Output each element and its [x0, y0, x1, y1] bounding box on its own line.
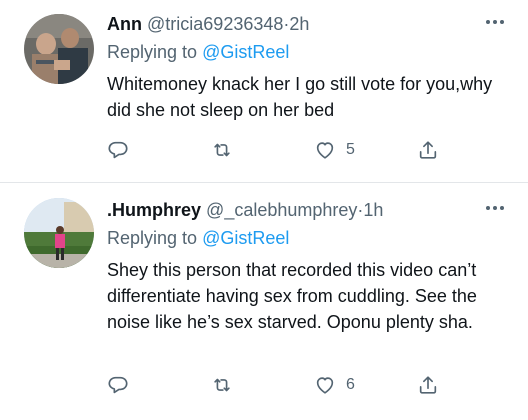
tweet[interactable]: Ann @tricia69236348·2h Replying to @Gist…	[0, 0, 528, 183]
mention-link[interactable]: @GistReel	[202, 228, 289, 248]
timestamp[interactable]: 1h	[363, 200, 383, 220]
retweet-button[interactable]	[211, 137, 233, 163]
replying-to-label: Replying to	[107, 42, 198, 62]
timestamp[interactable]: 2h	[289, 14, 309, 34]
tweet-header: .Humphrey @_calebhumphrey·1h	[107, 199, 383, 221]
more-icon[interactable]	[486, 20, 504, 24]
tweet-actions: 6	[107, 372, 447, 398]
share-button[interactable]	[417, 137, 439, 163]
share-icon	[419, 376, 437, 394]
tweet-text: Whitemoney knack her I go still vote for…	[107, 74, 493, 120]
replying-to: Replying to @GistReel	[107, 41, 289, 63]
reply-button[interactable]	[107, 137, 129, 163]
like-count: 6	[346, 376, 355, 393]
reply-icon	[108, 141, 128, 159]
avatar[interactable]	[24, 14, 94, 84]
retweet-icon	[214, 143, 230, 157]
retweet-icon	[214, 378, 230, 392]
replying-to: Replying to @GistReel	[107, 227, 289, 249]
heart-icon	[316, 377, 334, 394]
avatar[interactable]	[24, 198, 94, 268]
like-button[interactable]: 6	[314, 372, 355, 398]
tweet-header: Ann @tricia69236348·2h	[107, 13, 309, 35]
mention-link[interactable]: @GistReel	[202, 42, 289, 62]
tweet[interactable]: .Humphrey @_calebhumphrey·1h Replying to…	[0, 184, 528, 420]
like-button[interactable]: 5	[314, 137, 355, 163]
tweet-text: Shey this person that recorded this vide…	[107, 260, 477, 332]
avatar-image	[24, 198, 94, 268]
reply-button[interactable]	[107, 372, 129, 398]
user-handle[interactable]: @_calebhumphrey	[206, 200, 357, 220]
retweet-button[interactable]	[211, 372, 233, 398]
reply-icon	[108, 376, 128, 394]
heart-icon	[316, 142, 334, 159]
display-name[interactable]: Ann	[107, 14, 142, 34]
more-icon[interactable]	[486, 206, 504, 210]
user-handle[interactable]: @tricia69236348	[147, 14, 283, 34]
avatar-image	[24, 14, 94, 84]
tweet-divider	[0, 182, 528, 183]
share-button[interactable]	[417, 372, 439, 398]
share-icon	[419, 141, 437, 159]
tweet-actions: 5	[107, 137, 447, 163]
like-count: 5	[346, 141, 355, 158]
replying-to-label: Replying to	[107, 228, 198, 248]
display-name[interactable]: .Humphrey	[107, 200, 201, 220]
